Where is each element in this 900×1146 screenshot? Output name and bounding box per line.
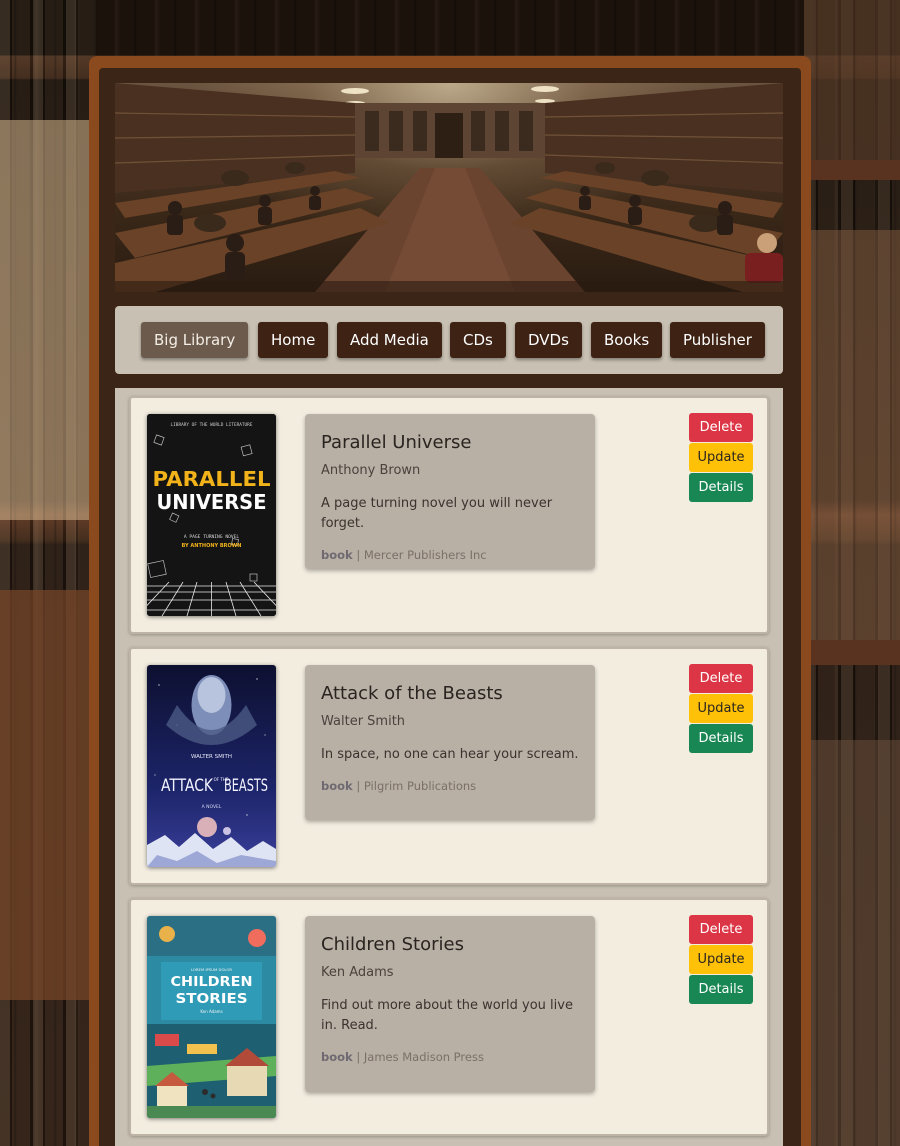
media-meta: book | Pilgrim Publications [321, 779, 579, 793]
details-button[interactable]: Details [689, 975, 753, 1004]
media-publisher[interactable]: Pilgrim Publications [364, 779, 476, 793]
nav-cds[interactable]: CDs [450, 322, 506, 358]
cover-tagline: A NOVEL [202, 804, 222, 810]
cover-top-text: LOREM IPSUM DOLOR [191, 967, 232, 972]
background-bookshelf-right [804, 0, 900, 1146]
media-author: Ken Adams [321, 965, 394, 980]
nav-home[interactable]: Home [258, 322, 329, 358]
meta-separator: | [352, 779, 364, 793]
cover-author: WALTER SMITH [191, 754, 232, 760]
update-button[interactable]: Update [689, 694, 753, 723]
navbar: Big Library Home Add Media CDs DVDs Book… [115, 306, 783, 374]
media-info-panel: Attack of the Beasts Walter Smith In spa… [305, 665, 595, 820]
media-info-panel: Parallel Universe Anthony Brown A page t… [305, 414, 595, 569]
media-card: LIBRARY OF THE WORLD LITERATURE PARALLEL… [129, 396, 769, 634]
nav-publisher[interactable]: Publisher [670, 322, 765, 358]
cover-title-line1: PARALLEL [153, 467, 271, 491]
update-button[interactable]: Update [689, 443, 753, 472]
update-button[interactable]: Update [689, 945, 753, 974]
cover-title-line1: CHILDREN [171, 975, 253, 990]
delete-button[interactable]: Delete [689, 915, 753, 944]
media-card: WALTER SMITH ATTACK OF THE BEASTS A NOVE… [129, 647, 769, 885]
media-list: LIBRARY OF THE WORLD LITERATURE PARALLEL… [115, 388, 783, 1146]
nav-add-media[interactable]: Add Media [337, 322, 442, 358]
media-publisher[interactable]: James Madison Press [364, 1050, 484, 1064]
main-container: Big Library Home Add Media CDs DVDs Book… [89, 56, 811, 1146]
media-title: Attack of the Beasts [321, 683, 503, 704]
cover-byline: Ken Adams [200, 1009, 222, 1014]
media-description: Find out more about the world you live i… [321, 998, 573, 1033]
media-description: In space, no one can hear your scream. [321, 747, 579, 762]
media-type: book [321, 548, 353, 562]
hero-library-image [115, 83, 783, 292]
media-author: Walter Smith [321, 714, 406, 729]
media-title: Children Stories [321, 934, 464, 955]
cover-title-line1: ATTACK [161, 776, 214, 796]
media-actions: Delete Update Details [689, 664, 753, 754]
media-meta: book | Mercer Publishers Inc [321, 548, 579, 562]
media-card: LOREM IPSUM DOLOR CHILDREN STORIES Ken A… [129, 898, 769, 1136]
nav-brand-big-library[interactable]: Big Library [141, 322, 249, 358]
book-cover-image: LIBRARY OF THE WORLD LITERATURE PARALLEL… [147, 414, 276, 616]
cover-byline: BY ANTHONY BROWN [182, 543, 242, 549]
cover-title-line2: STORIES [176, 992, 248, 1007]
media-actions: Delete Update Details [689, 413, 753, 503]
book-cover-image: WALTER SMITH ATTACK OF THE BEASTS A NOVE… [147, 665, 276, 867]
cover-tagline: A PAGE TURNING NOVEL [184, 534, 240, 540]
delete-button[interactable]: Delete [689, 413, 753, 442]
media-author: Anthony Brown [321, 463, 421, 478]
nav-dvds[interactable]: DVDs [515, 322, 582, 358]
main-inner: Big Library Home Add Media CDs DVDs Book… [99, 68, 801, 1146]
nav-books[interactable]: Books [591, 322, 663, 358]
media-title: Parallel Universe [321, 432, 472, 453]
details-button[interactable]: Details [689, 724, 753, 753]
background-bookshelf-left [0, 0, 96, 1146]
details-button[interactable]: Details [689, 473, 753, 502]
media-info-panel: Children Stories Ken Adams Find out more… [305, 916, 595, 1092]
cover-top-text: LIBRARY OF THE WORLD LITERATURE [171, 422, 253, 428]
media-type: book [321, 1050, 353, 1064]
cover-title-line2: UNIVERSE [157, 490, 267, 514]
book-cover-image: LOREM IPSUM DOLOR CHILDREN STORIES Ken A… [147, 916, 276, 1118]
media-publisher[interactable]: Mercer Publishers Inc [364, 548, 487, 562]
media-actions: Delete Update Details [689, 915, 753, 1005]
media-meta: book | James Madison Press [321, 1050, 579, 1064]
meta-separator: | [352, 1050, 364, 1064]
meta-separator: | [352, 548, 364, 562]
media-description: A page turning novel you will never forg… [321, 496, 553, 531]
delete-button[interactable]: Delete [689, 664, 753, 693]
cover-title-line2: BEASTS [224, 776, 268, 796]
media-type: book [321, 779, 353, 793]
